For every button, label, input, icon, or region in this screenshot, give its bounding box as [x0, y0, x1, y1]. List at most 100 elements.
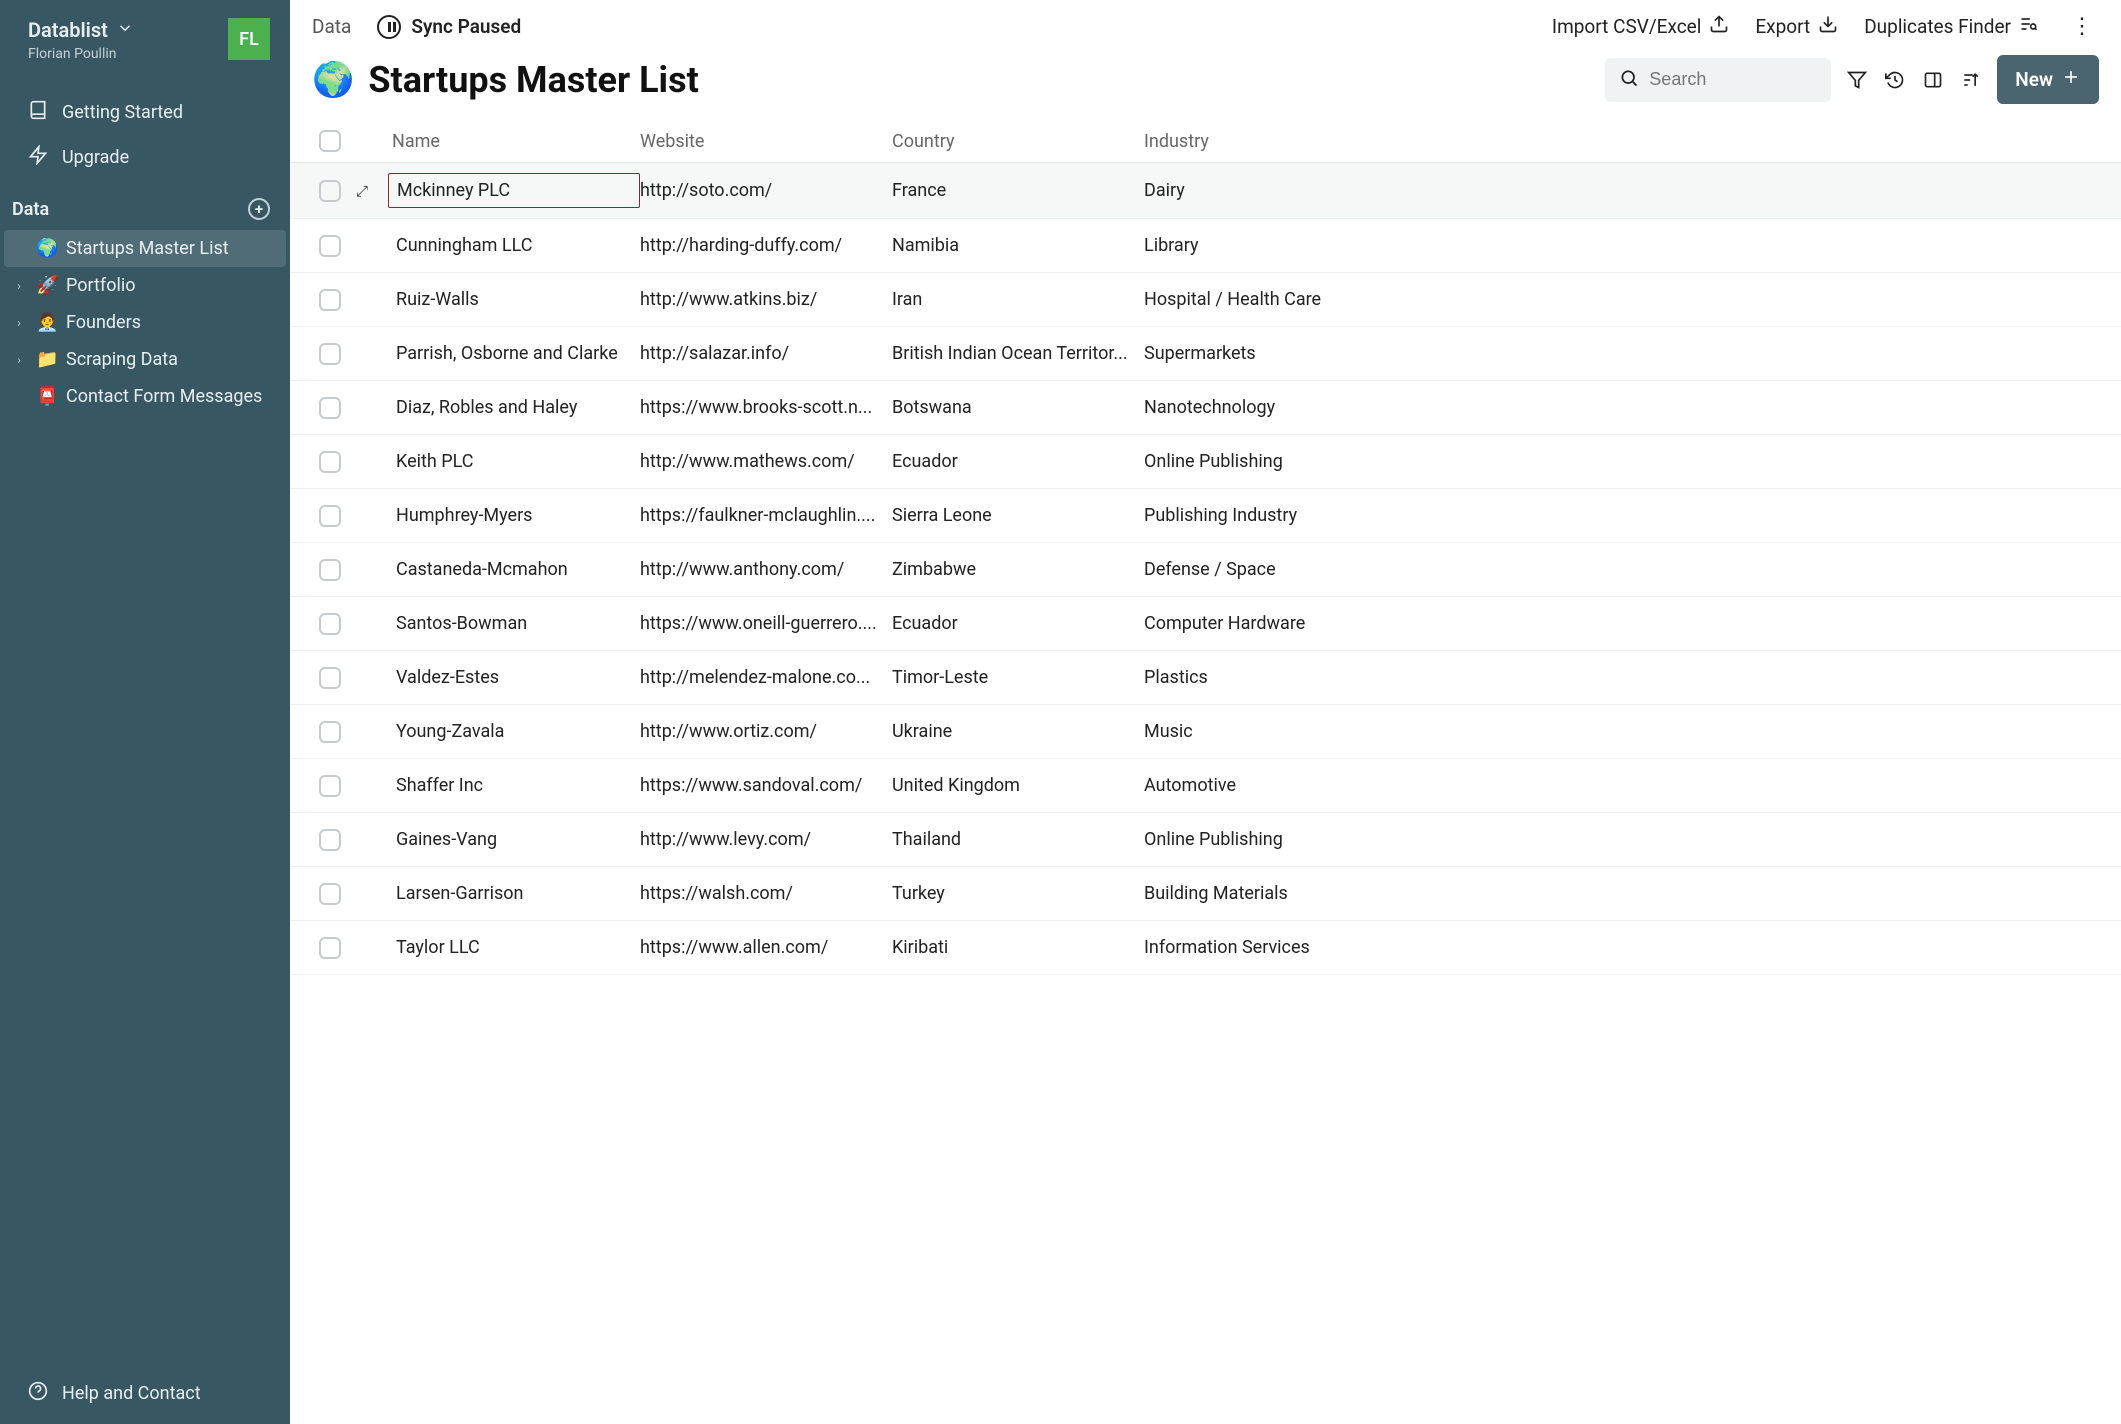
table-row[interactable]: Young-Zavalahttp://www.ortiz.com/Ukraine…	[290, 705, 2121, 759]
cell-industry[interactable]: Building Materials	[1144, 883, 2121, 904]
cell-website[interactable]: http://soto.com/	[640, 180, 892, 201]
column-header-website[interactable]: Website	[640, 131, 892, 152]
cell-country[interactable]: United Kingdom	[892, 775, 1144, 796]
cell-name[interactable]: Santos-Bowman	[388, 607, 640, 640]
row-checkbox[interactable]	[319, 235, 341, 257]
cell-name[interactable]: Mckinney PLC	[388, 173, 640, 208]
column-header-country[interactable]: Country	[892, 131, 1144, 152]
cell-website[interactable]: https://www.allen.com/	[640, 937, 892, 958]
cell-name[interactable]: Ruiz-Walls	[388, 283, 640, 316]
column-header-name[interactable]: Name	[388, 131, 640, 152]
cell-name[interactable]: Humphrey-Myers	[388, 499, 640, 532]
cell-country[interactable]: Thailand	[892, 829, 1144, 850]
table-row[interactable]: Taylor LLChttps://www.allen.com/Kiribati…	[290, 921, 2121, 975]
table-row[interactable]: Shaffer Inchttps://www.sandoval.com/Unit…	[290, 759, 2121, 813]
search-input[interactable]	[1649, 69, 1817, 90]
cell-country[interactable]: Ukraine	[892, 721, 1144, 742]
cell-website[interactable]: http://www.anthony.com/	[640, 559, 892, 580]
cell-name[interactable]: Valdez-Estes	[388, 661, 640, 694]
cell-website[interactable]: http://salazar.info/	[640, 343, 892, 364]
cell-name[interactable]: Shaffer Inc	[388, 769, 640, 802]
cell-name[interactable]: Cunningham LLC	[388, 229, 640, 262]
sidebar-item-startups-master-list[interactable]: 🌍Startups Master List	[4, 230, 286, 267]
cell-industry[interactable]: Supermarkets	[1144, 343, 2121, 364]
row-checkbox[interactable]	[319, 775, 341, 797]
page-title[interactable]: Startups Master List	[368, 59, 1591, 101]
table-row[interactable]: Larsen-Garrisonhttps://walsh.com/TurkeyB…	[290, 867, 2121, 921]
cell-industry[interactable]: Defense / Space	[1144, 559, 2121, 580]
table-row[interactable]: Parrish, Osborne and Clarkehttp://salaza…	[290, 327, 2121, 381]
cell-name[interactable]: Diaz, Robles and Haley	[388, 391, 640, 424]
row-checkbox[interactable]	[319, 667, 341, 689]
cell-website[interactable]: https://www.oneill-guerrero....	[640, 613, 892, 634]
cell-name[interactable]: Parrish, Osborne and Clarke	[388, 337, 640, 370]
cell-website[interactable]: https://walsh.com/	[640, 883, 892, 904]
row-checkbox[interactable]	[319, 883, 341, 905]
filter-button[interactable]	[1845, 68, 1869, 92]
table-row[interactable]: Castaneda-Mcmahonhttp://www.anthony.com/…	[290, 543, 2121, 597]
cell-website[interactable]: http://www.atkins.biz/	[640, 289, 892, 310]
row-checkbox[interactable]	[319, 180, 341, 202]
cell-country[interactable]: Ecuador	[892, 613, 1144, 634]
cell-industry[interactable]: Computer Hardware	[1144, 613, 2121, 634]
table-row[interactable]: Gaines-Vanghttp://www.levy.com/ThailandO…	[290, 813, 2121, 867]
cell-name[interactable]: Larsen-Garrison	[388, 877, 640, 910]
cell-website[interactable]: http://www.mathews.com/	[640, 451, 892, 472]
sidebar-item-contact-form-messages[interactable]: 📮Contact Form Messages	[4, 378, 286, 415]
cell-name[interactable]: Castaneda-Mcmahon	[388, 553, 640, 586]
cell-country[interactable]: Iran	[892, 289, 1144, 310]
table-row[interactable]: Santos-Bowmanhttps://www.oneill-guerrero…	[290, 597, 2121, 651]
sidebar-item-founders[interactable]: ›🧑‍💼Founders	[4, 304, 286, 341]
row-checkbox[interactable]	[319, 559, 341, 581]
add-collection-button[interactable]: +	[248, 198, 270, 220]
table-row[interactable]: ⤢Mckinney PLChttp://soto.com/FranceDairy	[290, 163, 2121, 219]
cell-industry[interactable]: Music	[1144, 721, 2121, 742]
sort-button[interactable]	[1959, 68, 1983, 92]
cell-country[interactable]: Timor-Leste	[892, 667, 1144, 688]
column-header-industry[interactable]: Industry	[1144, 131, 2121, 152]
cell-industry[interactable]: Online Publishing	[1144, 829, 2121, 850]
search-box[interactable]	[1605, 58, 1831, 102]
export-button[interactable]: Export	[1755, 14, 1838, 39]
cell-country[interactable]: France	[892, 180, 1144, 201]
cell-website[interactable]: https://www.sandoval.com/	[640, 775, 892, 796]
duplicates-finder-button[interactable]: Duplicates Finder	[1864, 14, 2039, 39]
row-checkbox[interactable]	[319, 937, 341, 959]
cell-website[interactable]: http://www.levy.com/	[640, 829, 892, 850]
nav-getting-started[interactable]: Getting Started	[0, 90, 290, 135]
cell-website[interactable]: http://www.ortiz.com/	[640, 721, 892, 742]
cell-website[interactable]: https://faulkner-mclaughlin....	[640, 505, 892, 526]
row-checkbox[interactable]	[319, 829, 341, 851]
cell-country[interactable]: Turkey	[892, 883, 1144, 904]
workspace-switcher[interactable]: Datablist	[28, 18, 134, 42]
cell-name[interactable]: Keith PLC	[388, 445, 640, 478]
table-row[interactable]: Cunningham LLChttp://harding-duffy.com/N…	[290, 219, 2121, 273]
cell-industry[interactable]: Nanotechnology	[1144, 397, 2121, 418]
cell-website[interactable]: http://harding-duffy.com/	[640, 235, 892, 256]
select-all-checkbox[interactable]	[319, 130, 341, 152]
cell-website[interactable]: https://www.brooks-scott.n...	[640, 397, 892, 418]
row-checkbox[interactable]	[319, 397, 341, 419]
table-row[interactable]: Keith PLChttp://www.mathews.com/EcuadorO…	[290, 435, 2121, 489]
sidebar-item-portfolio[interactable]: ›🚀Portfolio	[4, 267, 286, 304]
cell-country[interactable]: Kiribati	[892, 937, 1144, 958]
cell-name[interactable]: Gaines-Vang	[388, 823, 640, 856]
cell-website[interactable]: http://melendez-malone.co...	[640, 667, 892, 688]
nav-upgrade[interactable]: Upgrade	[0, 135, 290, 180]
cell-name[interactable]: Young-Zavala	[388, 715, 640, 748]
table-row[interactable]: Ruiz-Wallshttp://www.atkins.biz/IranHosp…	[290, 273, 2121, 327]
row-checkbox[interactable]	[319, 289, 341, 311]
nav-help[interactable]: Help and Contact	[0, 1363, 290, 1424]
sync-status[interactable]: Sync Paused	[377, 15, 521, 39]
row-checkbox[interactable]	[319, 343, 341, 365]
cell-country[interactable]: Botswana	[892, 397, 1144, 418]
row-checkbox[interactable]	[319, 505, 341, 527]
row-checkbox[interactable]	[319, 451, 341, 473]
panel-button[interactable]	[1921, 68, 1945, 92]
cell-industry[interactable]: Plastics	[1144, 667, 2121, 688]
cell-country[interactable]: Zimbabwe	[892, 559, 1144, 580]
row-checkbox[interactable]	[319, 613, 341, 635]
cell-country[interactable]: Namibia	[892, 235, 1144, 256]
expand-icon[interactable]: ⤢	[356, 182, 368, 200]
table-row[interactable]: Humphrey-Myershttps://faulkner-mclaughli…	[290, 489, 2121, 543]
